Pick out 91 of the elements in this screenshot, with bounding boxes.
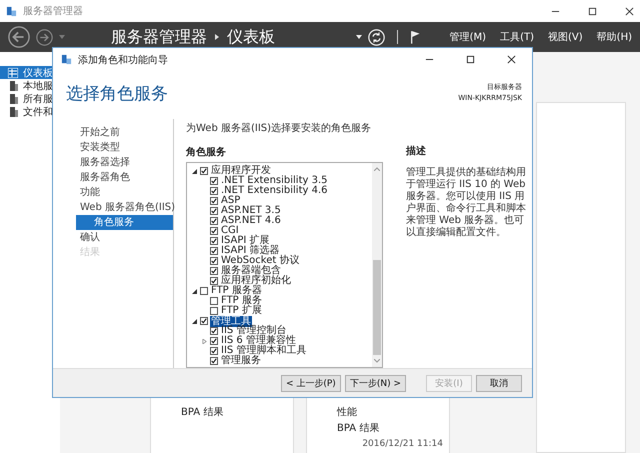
tile-item[interactable]: BPA 结果 bbox=[181, 405, 293, 421]
app-icon bbox=[61, 54, 72, 65]
sidebar-item[interactable]: 所有服 bbox=[0, 92, 60, 105]
timestamp: 2016/12/21 11:14 bbox=[362, 439, 443, 449]
chevron-icon bbox=[215, 34, 219, 40]
dialog-title: 添加角色和功能向导 bbox=[78, 54, 168, 66]
checkbox[interactable] bbox=[210, 347, 218, 355]
tree-item[interactable]: 管理服务 bbox=[220, 356, 262, 366]
tree-item[interactable]: .NET Extensibility 3.5 bbox=[220, 176, 329, 186]
wizard-button[interactable]: 取消 bbox=[476, 374, 522, 392]
tree-item[interactable]: 应用程序开发 bbox=[210, 166, 272, 176]
tree-item[interactable]: IIS 管理脚本和工具 bbox=[220, 346, 308, 356]
page-heading: 选择角色服务 bbox=[66, 83, 168, 105]
checkbox[interactable] bbox=[210, 187, 218, 195]
checkbox[interactable] bbox=[210, 227, 218, 235]
tree-item[interactable]: ASP bbox=[220, 196, 242, 206]
tree-item[interactable]: ISAPI 筛选器 bbox=[220, 246, 280, 256]
refresh-icon[interactable] bbox=[368, 28, 385, 46]
description-text: 管理工具提供的基础结构用于管理运行 IIS 10 的 Web 服务器。您可以使用 IIS 用户界面、命令行工具和脚本来管理 Web 服务器。也可以直接编辑配置文件。 bbox=[406, 167, 527, 239]
breadcrumb-item[interactable]: 仪表板 bbox=[227, 26, 275, 48]
window-title: 服务器管理器 bbox=[23, 5, 83, 18]
menu-item[interactable]: 工具(T) bbox=[500, 30, 534, 44]
server-icon bbox=[8, 94, 18, 104]
tree-item[interactable]: ASP.NET 4.6 bbox=[220, 216, 282, 226]
tree-item[interactable]: FTP 扩展 bbox=[220, 306, 263, 316]
server-icon bbox=[8, 106, 18, 116]
tree-item[interactable]: 管理工具 bbox=[210, 316, 252, 326]
section-label: 角色服务 bbox=[186, 146, 227, 159]
scrollbar-thumb[interactable] bbox=[373, 260, 381, 355]
tree-item[interactable]: .NET Extensibility 4.6 bbox=[220, 186, 329, 196]
checkbox[interactable] bbox=[210, 277, 218, 285]
checkbox[interactable] bbox=[210, 267, 218, 275]
checkbox[interactable] bbox=[210, 337, 218, 345]
close-icon[interactable] bbox=[625, 6, 634, 16]
wizard-button[interactable]: < 上一步(P) bbox=[280, 374, 341, 392]
checkbox[interactable] bbox=[210, 207, 218, 215]
back-icon[interactable] bbox=[8, 26, 30, 48]
maximize-icon[interactable] bbox=[466, 55, 475, 64]
wizard-step[interactable]: 服务器选择 bbox=[76, 155, 173, 170]
checkbox[interactable] bbox=[200, 317, 208, 325]
tree-item[interactable]: FTP 服务 bbox=[220, 296, 263, 306]
tile-item[interactable]: BPA 结果 bbox=[337, 421, 449, 437]
collapsed-icon[interactable] bbox=[202, 338, 206, 344]
menu-item[interactable]: 帮助(H) bbox=[596, 30, 632, 44]
wizard-step[interactable]: 角色服务 bbox=[76, 215, 173, 230]
wizard-step[interactable]: 服务器角色 bbox=[76, 170, 173, 185]
flag-icon[interactable] bbox=[410, 30, 420, 44]
forward-icon[interactable] bbox=[36, 28, 53, 46]
checkbox[interactable] bbox=[210, 177, 218, 185]
checkbox[interactable] bbox=[210, 217, 218, 225]
app-icon bbox=[6, 6, 17, 16]
wizard-step[interactable]: 开始之前 bbox=[76, 125, 173, 140]
wizard-step[interactable]: Web 服务器角色(IIS) bbox=[76, 200, 173, 215]
wizard-button[interactable]: 下一步(N) > bbox=[344, 374, 406, 392]
checkbox[interactable] bbox=[210, 307, 218, 315]
tree-item[interactable]: 应用程序初始化 bbox=[220, 276, 292, 286]
checkbox[interactable] bbox=[210, 357, 218, 365]
intro-text: 为Web 服务器(IIS)选择要安装的角色服务 bbox=[186, 122, 372, 135]
tile-item[interactable]: 性能 bbox=[337, 405, 449, 421]
tree-item[interactable]: FTP 服务器 bbox=[210, 286, 263, 296]
checkbox[interactable] bbox=[210, 257, 218, 265]
wizard-step[interactable]: 确认 bbox=[76, 230, 173, 245]
tree-item[interactable]: IIS 6 管理兼容性 bbox=[220, 336, 297, 346]
menu-item[interactable]: 视图(V) bbox=[548, 30, 583, 44]
tree-item[interactable]: ASP.NET 3.5 bbox=[220, 206, 282, 216]
tree-item[interactable]: ISAPI 扩展 bbox=[220, 236, 270, 246]
dashboard-icon bbox=[8, 68, 18, 78]
expanded-icon[interactable] bbox=[192, 318, 196, 324]
wizard-step[interactable]: 功能 bbox=[76, 185, 173, 200]
checkbox[interactable] bbox=[200, 167, 208, 175]
checkbox[interactable] bbox=[200, 287, 208, 295]
checkbox[interactable] bbox=[210, 237, 218, 245]
menu-item[interactable]: 管理(M) bbox=[450, 30, 486, 44]
checkbox[interactable] bbox=[210, 327, 218, 335]
sidebar-item[interactable]: 本地服 bbox=[0, 79, 60, 92]
close-icon[interactable] bbox=[507, 55, 516, 64]
caret-icon[interactable] bbox=[356, 35, 362, 39]
tree-item[interactable]: WebSocket 协议 bbox=[220, 256, 300, 266]
sidebar-item[interactable]: 文件和 bbox=[0, 105, 60, 118]
checkbox[interactable] bbox=[210, 197, 218, 205]
wizard-step[interactable]: 安装类型 bbox=[76, 140, 173, 155]
tree-item[interactable]: IIS 管理控制台 bbox=[220, 326, 288, 336]
section-label: 描述 bbox=[406, 144, 427, 158]
expanded-icon[interactable] bbox=[192, 168, 196, 174]
checkbox[interactable] bbox=[210, 297, 218, 305]
server-icon bbox=[8, 80, 18, 90]
maximize-icon[interactable] bbox=[588, 6, 597, 16]
tree-item[interactable]: CGI bbox=[220, 226, 240, 236]
checkbox[interactable] bbox=[210, 247, 218, 255]
tree-item[interactable]: 服务器端包含 bbox=[220, 266, 282, 276]
breadcrumb-item[interactable]: 服务器管理器 bbox=[111, 26, 207, 48]
